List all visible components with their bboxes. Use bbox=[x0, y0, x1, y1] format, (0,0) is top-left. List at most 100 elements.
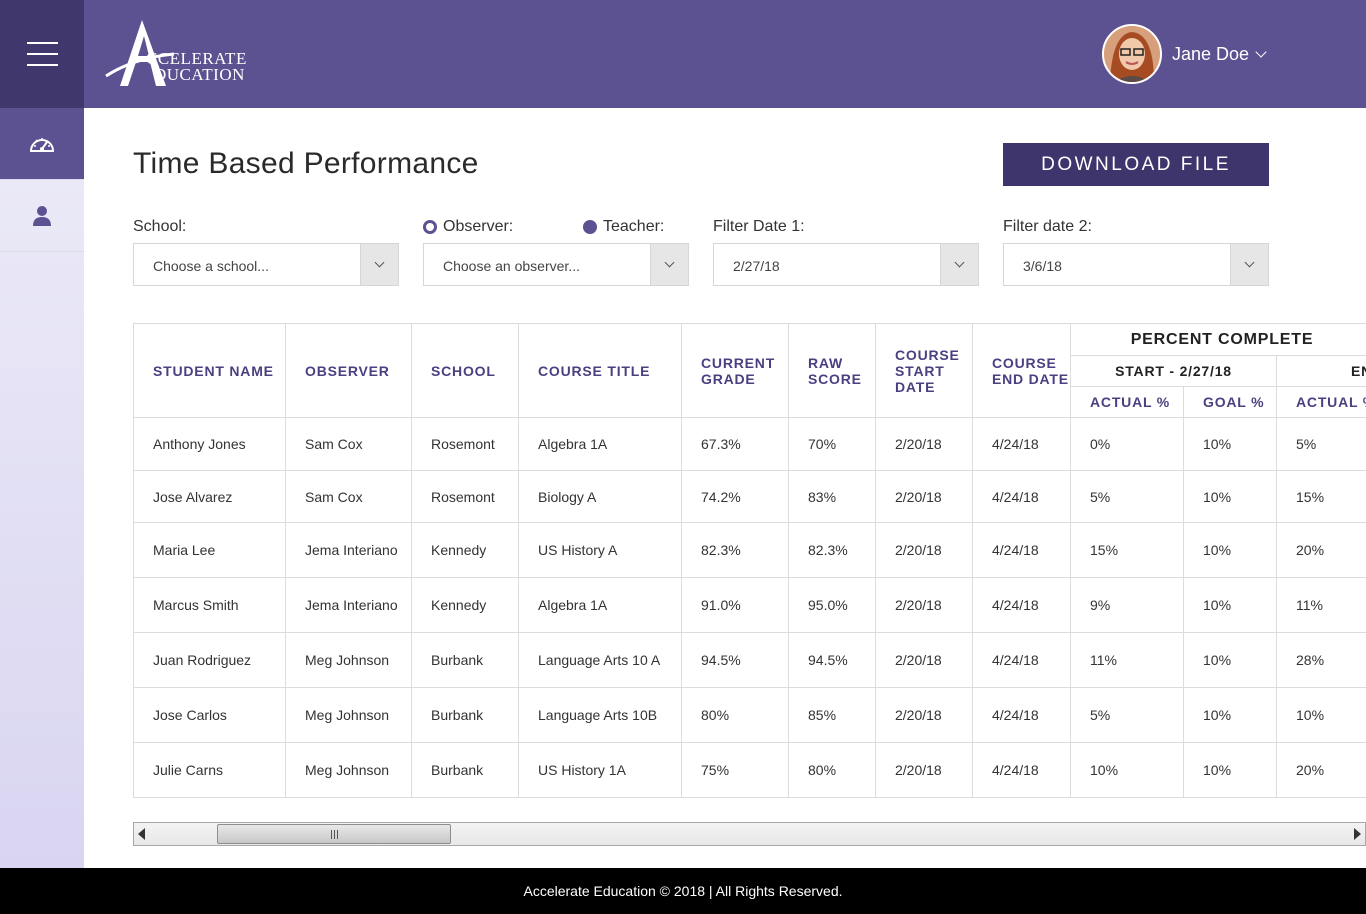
table-cell: 75% bbox=[681, 742, 789, 798]
top-bar: CCELERATE DUCATION Jane Doe bbox=[0, 0, 1366, 108]
table-row[interactable]: Juan Rodriguez Meg Johnson Burbank Language… bbox=[133, 632, 1366, 688]
col-header-actual-end[interactable]: ACTUAL % bbox=[1276, 386, 1366, 418]
table-cell: Kennedy bbox=[411, 577, 519, 633]
footer: Accelerate Education © 2018 | All Rights… bbox=[0, 868, 1366, 914]
table-cell: 80% bbox=[788, 742, 876, 798]
footer-copyright: Accelerate Education © 2018 | All Rights… bbox=[523, 883, 843, 899]
table-cell: 10% bbox=[1183, 417, 1277, 471]
table-cell: Rosemont bbox=[411, 470, 519, 523]
col-header-student-name[interactable]: STUDENT NAME bbox=[133, 323, 286, 418]
sidebar-item-profile[interactable] bbox=[0, 180, 84, 252]
performance-table-container[interactable]: STUDENT NAME OBSERVER SCHOOL COURSE TITL… bbox=[133, 323, 1366, 798]
table-cell: 10% bbox=[1070, 742, 1184, 798]
table-cell: Meg Johnson bbox=[285, 742, 412, 798]
table-cell: 67.3% bbox=[681, 417, 789, 471]
col-header-goal-start[interactable]: GOAL % bbox=[1183, 386, 1277, 418]
sidebar bbox=[0, 108, 84, 868]
table-cell: Marcus Smith bbox=[133, 577, 286, 633]
table-cell: Burbank bbox=[411, 632, 519, 688]
table-cell: 2/20/18 bbox=[875, 522, 973, 578]
table-cell: 10% bbox=[1183, 522, 1277, 578]
filter-date1-select[interactable]: 2/27/18 bbox=[713, 243, 979, 286]
table-cell: 4/24/18 bbox=[972, 742, 1071, 798]
table-row[interactable]: Maria Lee Jema Interiano Kennedy US History… bbox=[133, 522, 1366, 578]
observer-filter-label: Observer: bbox=[443, 218, 514, 235]
table-cell: Meg Johnson bbox=[285, 687, 412, 743]
chevron-down-icon[interactable] bbox=[940, 244, 978, 285]
table-cell: 9% bbox=[1070, 577, 1184, 633]
table-cell: 2/20/18 bbox=[875, 632, 973, 688]
table-row[interactable]: Julie Carns Meg Johnson Burbank US History … bbox=[133, 742, 1366, 798]
table-cell: 74.2% bbox=[681, 470, 789, 523]
table-cell: Anthony Jones bbox=[133, 417, 286, 471]
table-cell: Meg Johnson bbox=[285, 632, 412, 688]
observer-select-value: Choose an observer... bbox=[443, 258, 580, 274]
table-cell: Biology A bbox=[518, 470, 682, 523]
scrollbar-thumb[interactable] bbox=[217, 824, 451, 844]
user-menu[interactable]: Jane Doe bbox=[1102, 24, 1267, 84]
col-header-raw-score[interactable]: RAW SCORE bbox=[788, 323, 876, 418]
table-row[interactable]: Anthony Jones Sam Cox Rosemont Algebra 1A 67… bbox=[133, 417, 1366, 471]
sidebar-item-dashboard[interactable] bbox=[0, 108, 84, 180]
observer-select[interactable]: Choose an observer... bbox=[423, 243, 689, 286]
col-header-course-start-date[interactable]: COURSE START DATE bbox=[875, 323, 973, 418]
table-row[interactable]: Marcus Smith Jema Interiano Kennedy Algebra… bbox=[133, 577, 1366, 633]
table-row[interactable]: Jose Alvarez Sam Cox Rosemont Biology A 74.2… bbox=[133, 470, 1366, 523]
table-cell: Julie Carns bbox=[133, 742, 286, 798]
table-cell: 10% bbox=[1183, 470, 1277, 523]
table-cell: Burbank bbox=[411, 742, 519, 798]
table-cell: 10% bbox=[1276, 687, 1366, 743]
scroll-left-arrow-icon[interactable] bbox=[138, 828, 145, 840]
col-header-start-group: START - 2/27/18 bbox=[1070, 355, 1277, 387]
table-cell: Jose Carlos bbox=[133, 687, 286, 743]
filter-date1-label: Filter Date 1: bbox=[713, 218, 805, 235]
table-cell: 10% bbox=[1183, 632, 1277, 688]
table-cell: 20% bbox=[1276, 522, 1366, 578]
chevron-down-icon[interactable] bbox=[650, 244, 688, 285]
brand-logo[interactable]: CCELERATE DUCATION bbox=[104, 18, 284, 90]
table-cell: 20% bbox=[1276, 742, 1366, 798]
scroll-right-arrow-icon[interactable] bbox=[1354, 828, 1361, 840]
table-cell: 2/20/18 bbox=[875, 577, 973, 633]
table-cell: US History A bbox=[518, 522, 682, 578]
col-header-course-end-date[interactable]: COURSE END DATE bbox=[972, 323, 1071, 418]
school-select[interactable]: Choose a school... bbox=[133, 243, 399, 286]
user-icon bbox=[33, 205, 51, 226]
hamburger-icon bbox=[26, 42, 58, 66]
col-header-percent-complete: PERCENT COMPLETE bbox=[1070, 323, 1366, 356]
filter-date2-select[interactable]: 3/6/18 bbox=[1003, 243, 1269, 286]
col-header-observer[interactable]: OBSERVER bbox=[285, 323, 412, 418]
col-header-actual-start[interactable]: ACTUAL % bbox=[1070, 386, 1184, 418]
chevron-down-icon[interactable] bbox=[1230, 244, 1268, 285]
col-header-course-title[interactable]: COURSE TITLE bbox=[518, 323, 682, 418]
table-cell: US History 1A bbox=[518, 742, 682, 798]
download-file-button[interactable]: DOWNLOAD FILE bbox=[1003, 143, 1269, 186]
table-cell: 82.3% bbox=[681, 522, 789, 578]
table-cell: Jose Alvarez bbox=[133, 470, 286, 523]
table-cell: 2/20/18 bbox=[875, 417, 973, 471]
school-filter-label: School: bbox=[133, 218, 187, 235]
horizontal-scrollbar[interactable] bbox=[133, 822, 1366, 846]
table-cell: 95.0% bbox=[788, 577, 876, 633]
table-cell: 0% bbox=[1070, 417, 1184, 471]
table-cell: 5% bbox=[1276, 417, 1366, 471]
table-cell: 10% bbox=[1183, 742, 1277, 798]
table-cell: Algebra 1A bbox=[518, 577, 682, 633]
table-row[interactable]: Jose Carlos Meg Johnson Burbank Language Ar… bbox=[133, 687, 1366, 743]
table-cell: 2/20/18 bbox=[875, 742, 973, 798]
table-cell: 15% bbox=[1070, 522, 1184, 578]
chevron-down-icon[interactable] bbox=[360, 244, 398, 285]
observer-radio[interactable] bbox=[423, 220, 437, 234]
performance-table: STUDENT NAME OBSERVER SCHOOL COURSE TITL… bbox=[133, 323, 1366, 798]
table-cell: Burbank bbox=[411, 687, 519, 743]
col-header-school[interactable]: SCHOOL bbox=[411, 323, 519, 418]
user-name: Jane Doe bbox=[1172, 43, 1250, 64]
col-header-current-grade[interactable]: CURRENT GRADE bbox=[681, 323, 789, 418]
teacher-radio[interactable] bbox=[583, 220, 597, 234]
table-cell: Jema Interiano bbox=[285, 577, 412, 633]
table-cell: Language Arts 10 A bbox=[518, 632, 682, 688]
menu-button[interactable] bbox=[0, 0, 84, 108]
school-select-value: Choose a school... bbox=[153, 258, 269, 274]
table-cell: Algebra 1A bbox=[518, 417, 682, 471]
table-cell: 4/24/18 bbox=[972, 632, 1071, 688]
